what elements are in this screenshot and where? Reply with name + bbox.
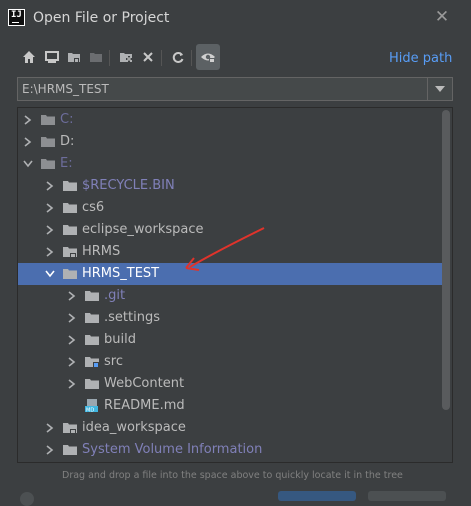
tree-row[interactable]: E:	[18, 153, 442, 175]
tree-row-label: WebContent	[104, 376, 185, 391]
window-title: Open File or Project	[33, 10, 170, 26]
tree-row[interactable]: D:	[18, 131, 442, 153]
tree-row-label: build	[104, 332, 136, 347]
desktop-icon[interactable]	[40, 44, 64, 70]
show-hidden-files-icon[interactable]	[196, 44, 220, 70]
intellij-logo-icon: IJ	[8, 9, 25, 26]
tree-row-label: idea_workspace	[82, 420, 186, 435]
close-icon[interactable]: ✕	[432, 7, 452, 27]
tree-row[interactable]: .settings	[18, 307, 442, 329]
chevron-right-icon[interactable]	[44, 421, 56, 435]
folder-icon	[62, 179, 78, 193]
help-icon[interactable]	[20, 492, 34, 506]
chevron-down-icon[interactable]	[22, 157, 34, 171]
tree-row[interactable]: WebContent	[18, 373, 442, 395]
tree-row-label: System Volume Information	[82, 442, 263, 457]
chevron-right-icon[interactable]	[44, 201, 56, 215]
file-tree[interactable]: System Volume Information idea_workspace M…	[17, 107, 453, 463]
drive-icon	[40, 135, 56, 149]
tree-row[interactable]: eclipse_workspace	[18, 219, 442, 241]
tree-row-label: C:	[60, 112, 74, 127]
tree-row[interactable]: $RECYCLE.BIN	[18, 175, 442, 197]
drive-icon	[40, 113, 56, 127]
folder-icon	[62, 223, 78, 237]
tree-row-label: eclipse_workspace	[82, 222, 204, 237]
chevron-right-icon[interactable]	[44, 179, 56, 193]
chevron-right-icon[interactable]	[66, 355, 78, 369]
vertical-scrollbar[interactable]	[442, 110, 450, 410]
chevron-right-icon[interactable]	[66, 289, 78, 303]
tree-row[interactable]: .git	[18, 285, 442, 307]
path-field[interactable]	[17, 77, 453, 101]
folder-icon	[62, 267, 78, 281]
tree-row-label: $RECYCLE.BIN	[82, 178, 175, 193]
chevron-right-icon[interactable]	[66, 333, 78, 347]
scrollbar-thumb[interactable]	[442, 110, 450, 410]
project-directory-icon[interactable]	[62, 44, 86, 70]
source-folder-icon	[84, 355, 100, 369]
chevron-right-icon[interactable]	[44, 223, 56, 237]
title-bar: IJ Open File or Project ✕	[0, 0, 471, 38]
path-input[interactable]	[18, 78, 428, 100]
tree-row[interactable]: System Volume Information	[18, 439, 442, 461]
tree-row-label: D:	[60, 134, 75, 149]
folder-icon	[62, 443, 78, 457]
project-folder-icon	[62, 421, 78, 435]
delete-icon[interactable]	[136, 44, 160, 70]
chevron-right-icon[interactable]	[44, 245, 56, 259]
chevron-right-icon[interactable]	[22, 135, 34, 149]
ok-button[interactable]	[278, 491, 356, 501]
tree-row-label: src	[104, 354, 123, 369]
home-icon[interactable]	[17, 44, 41, 70]
cancel-button[interactable]	[368, 491, 446, 501]
new-folder-icon[interactable]	[114, 44, 138, 70]
tree-row-label: HRMS_TEST	[82, 266, 160, 281]
folder-icon	[84, 377, 100, 391]
tree-row[interactable]: idea_workspace	[18, 417, 442, 439]
folder-icon	[62, 201, 78, 215]
tree-row-label: .settings	[104, 310, 160, 325]
toolbar: Hide path	[0, 44, 471, 74]
module-directory-icon[interactable]	[84, 44, 108, 70]
markdown-file-icon: MD	[84, 399, 100, 413]
svg-text:MD: MD	[86, 407, 94, 413]
hide-path-link[interactable]: Hide path	[389, 51, 452, 66]
folder-icon	[84, 333, 100, 347]
tree-row[interactable]: cs6	[18, 197, 442, 219]
chevron-right-icon[interactable]	[44, 443, 56, 457]
drag-drop-hint: Drag and drop a file into the space abov…	[62, 470, 403, 481]
project-folder-icon	[62, 245, 78, 259]
tree-row-label: E:	[60, 156, 73, 171]
toolbar-separator	[161, 50, 162, 66]
tree-row[interactable]	[18, 461, 442, 462]
drive-icon	[40, 157, 56, 171]
tree-row-label: HRMS	[82, 244, 121, 259]
tree-row[interactable]: build	[18, 329, 442, 351]
chevron-right-icon[interactable]	[22, 113, 34, 127]
tree-row-label: cs6	[82, 200, 105, 215]
tree-row-label: README.md	[104, 398, 185, 413]
chevron-right-icon[interactable]	[66, 377, 78, 391]
refresh-icon[interactable]	[166, 44, 190, 70]
tree-row-label: .git	[104, 288, 126, 303]
toolbar-separator	[109, 50, 110, 66]
tree-row[interactable]: HRMS	[18, 241, 442, 263]
chevron-right-icon[interactable]	[66, 311, 78, 325]
tree-row[interactable]: HRMS_TEST	[18, 263, 442, 285]
folder-icon	[84, 289, 100, 303]
tree-row[interactable]: MD README.md	[18, 395, 442, 417]
folder-icon	[84, 311, 100, 325]
tree-row[interactable]: C:	[18, 109, 442, 131]
toolbar-separator	[191, 50, 192, 66]
path-dropdown-button[interactable]	[427, 78, 452, 100]
chevron-down-icon[interactable]	[44, 267, 56, 281]
tree-row[interactable]: src	[18, 351, 442, 373]
chevron-down-icon	[435, 86, 445, 92]
